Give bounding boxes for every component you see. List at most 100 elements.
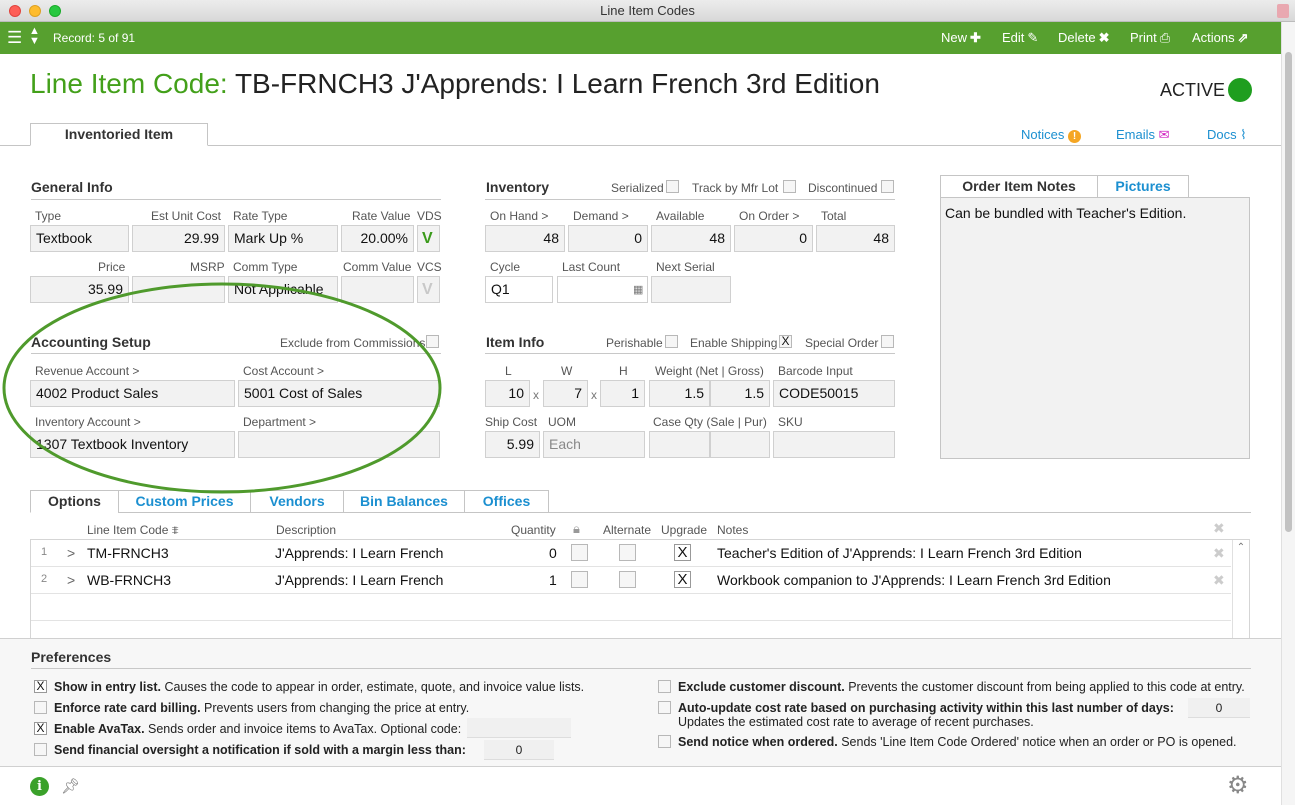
row-alternate-checkbox[interactable] — [619, 571, 636, 588]
enable-avatax-checkbox[interactable]: X — [34, 722, 47, 735]
print-button[interactable]: Print ⎙ — [1130, 30, 1170, 46]
scrollbar-thumb[interactable] — [1285, 52, 1292, 532]
perishable-checkbox[interactable] — [665, 335, 678, 348]
scroll-up-icon[interactable]: ⌃ — [1233, 542, 1249, 553]
expand-row-icon[interactable]: > — [67, 545, 75, 561]
case-qty-label: Case Qty (Sale | Pur) — [653, 415, 767, 429]
row-lock-checkbox[interactable] — [571, 571, 588, 588]
dimension-separator: x — [533, 388, 539, 402]
page-scrollbar[interactable] — [1281, 22, 1295, 805]
delete-all-icon[interactable]: ✖ — [1213, 520, 1225, 537]
tab-order-item-notes[interactable]: Order Item Notes — [940, 175, 1098, 198]
info-icon[interactable]: i — [30, 777, 49, 796]
row-upgrade-checkbox[interactable]: X — [674, 544, 691, 561]
height-label: H — [619, 364, 628, 378]
next-serial-field[interactable] — [651, 276, 731, 303]
tab-inventoried-item[interactable]: Inventoried Item — [30, 123, 208, 146]
on-order-field: 0 — [734, 225, 813, 252]
column-header-description[interactable]: Description — [276, 523, 336, 537]
delete-row-icon[interactable]: ✖ — [1213, 572, 1225, 589]
ship-cost-field[interactable]: 5.99 — [485, 431, 540, 458]
row-alternate-checkbox[interactable] — [619, 544, 636, 561]
case-qty-pur-field[interactable] — [710, 431, 770, 458]
rate-value-field[interactable]: 20.00% — [341, 225, 414, 252]
tab-pictures[interactable]: Pictures — [1097, 175, 1189, 198]
margin-notification-checkbox[interactable] — [34, 743, 47, 756]
vcs-label: VCS — [417, 260, 442, 274]
column-header-quantity[interactable]: Quantity — [511, 523, 556, 537]
edit-button[interactable]: Edit ✎ — [1002, 30, 1038, 46]
new-button[interactable]: New ✚ — [941, 30, 981, 46]
enable-shipping-checkbox[interactable]: X — [779, 335, 792, 348]
on-order-label[interactable]: On Order > — [739, 209, 799, 223]
grid-scrollbar[interactable]: ⌃ — [1232, 540, 1249, 638]
row-code[interactable]: TM-FRNCH3 — [87, 545, 169, 561]
column-header-notes[interactable]: Notes — [717, 523, 748, 537]
minimize-window-button[interactable] — [29, 5, 41, 17]
order-item-notes-text[interactable]: Can be bundled with Teacher's Edition. — [940, 197, 1250, 459]
zoom-window-button[interactable] — [49, 5, 61, 17]
row-quantity[interactable]: 0 — [549, 545, 557, 561]
expand-row-icon[interactable]: > — [67, 572, 75, 588]
barcode-field[interactable]: CODE50015 — [773, 380, 895, 407]
weight-net-field[interactable]: 1.5 — [649, 380, 710, 407]
rate-type-field[interactable]: Mark Up % — [228, 225, 338, 252]
envelope-icon: ✉ — [1158, 127, 1170, 142]
menu-icon[interactable]: ☰ — [7, 28, 22, 48]
on-hand-label[interactable]: On Hand > — [490, 209, 548, 223]
emails-link[interactable]: Emails ✉ — [1116, 127, 1170, 143]
window-titlebar: Line Item Codes — [0, 0, 1295, 22]
length-field[interactable]: 10 — [485, 380, 530, 407]
cycle-field[interactable]: Q1 — [485, 276, 553, 303]
enforce-rate-card-checkbox[interactable] — [34, 701, 47, 714]
type-field[interactable]: Textbook — [30, 225, 129, 252]
track-mfr-lot-checkbox[interactable] — [783, 180, 796, 193]
section-divider — [485, 199, 895, 200]
exclude-customer-discount-checkbox[interactable] — [658, 680, 671, 693]
gear-icon[interactable]: ⚙ — [1227, 774, 1249, 798]
close-window-button[interactable] — [9, 5, 21, 17]
width-field[interactable]: 7 — [543, 380, 588, 407]
plus-icon: ✚ — [970, 30, 981, 45]
discontinued-checkbox[interactable] — [881, 180, 894, 193]
height-field[interactable]: 1 — [600, 380, 645, 407]
show-in-entry-list-checkbox[interactable]: X — [34, 680, 47, 693]
avatax-code-input[interactable] — [467, 718, 571, 738]
delete-button[interactable]: Delete ✖ — [1058, 30, 1109, 46]
calendar-icon[interactable]: ▦ — [633, 283, 643, 296]
uom-field[interactable]: Each — [543, 431, 645, 458]
est-cost-field[interactable]: 29.99 — [132, 225, 225, 252]
send-notice-checkbox[interactable] — [658, 735, 671, 748]
row-divider — [31, 566, 1231, 567]
auto-update-cost-checkbox[interactable] — [658, 701, 671, 714]
case-qty-sale-field[interactable] — [649, 431, 710, 458]
paperclip-icon: ⌇ — [1240, 127, 1247, 142]
delete-row-icon[interactable]: ✖ — [1213, 545, 1225, 562]
column-header-code[interactable]: Line Item Code ⩨ — [87, 523, 179, 538]
row-quantity[interactable]: 1 — [549, 572, 557, 588]
margin-threshold-input[interactable]: 0 — [484, 740, 554, 760]
docs-link[interactable]: Docs ⌇ — [1207, 127, 1247, 143]
actions-button[interactable]: Actions ⇗ — [1192, 30, 1249, 46]
notices-link[interactable]: Notices ! — [1021, 127, 1081, 143]
demand-label[interactable]: Demand > — [573, 209, 629, 223]
column-header-alternate[interactable]: Alternate — [603, 523, 651, 537]
record-stepper-icon[interactable]: ▲ ▼ — [29, 26, 40, 47]
row-notes[interactable]: Teacher's Edition of J'Apprends: I Learn… — [717, 545, 1082, 561]
column-header-upgrade[interactable]: Upgrade — [661, 523, 707, 537]
tab-offices[interactable]: Offices — [464, 490, 549, 513]
type-label: Type — [35, 209, 62, 223]
msrp-label: MSRP — [190, 260, 225, 274]
annotation-ellipse — [2, 282, 442, 494]
serialized-checkbox[interactable] — [666, 180, 679, 193]
weight-gross-field[interactable]: 1.5 — [710, 380, 770, 407]
row-upgrade-checkbox[interactable]: X — [674, 571, 691, 588]
vds-toggle[interactable]: V — [417, 225, 440, 252]
special-order-checkbox[interactable] — [881, 335, 894, 348]
row-code[interactable]: WB-FRNCH3 — [87, 572, 171, 588]
row-lock-checkbox[interactable] — [571, 544, 588, 561]
auto-update-days-input[interactable]: 0 — [1188, 698, 1250, 718]
sku-field[interactable] — [773, 431, 895, 458]
pin-icon[interactable]: 📌︎ — [61, 777, 80, 795]
row-notes[interactable]: Workbook companion to J'Apprends: I Lear… — [717, 572, 1111, 588]
